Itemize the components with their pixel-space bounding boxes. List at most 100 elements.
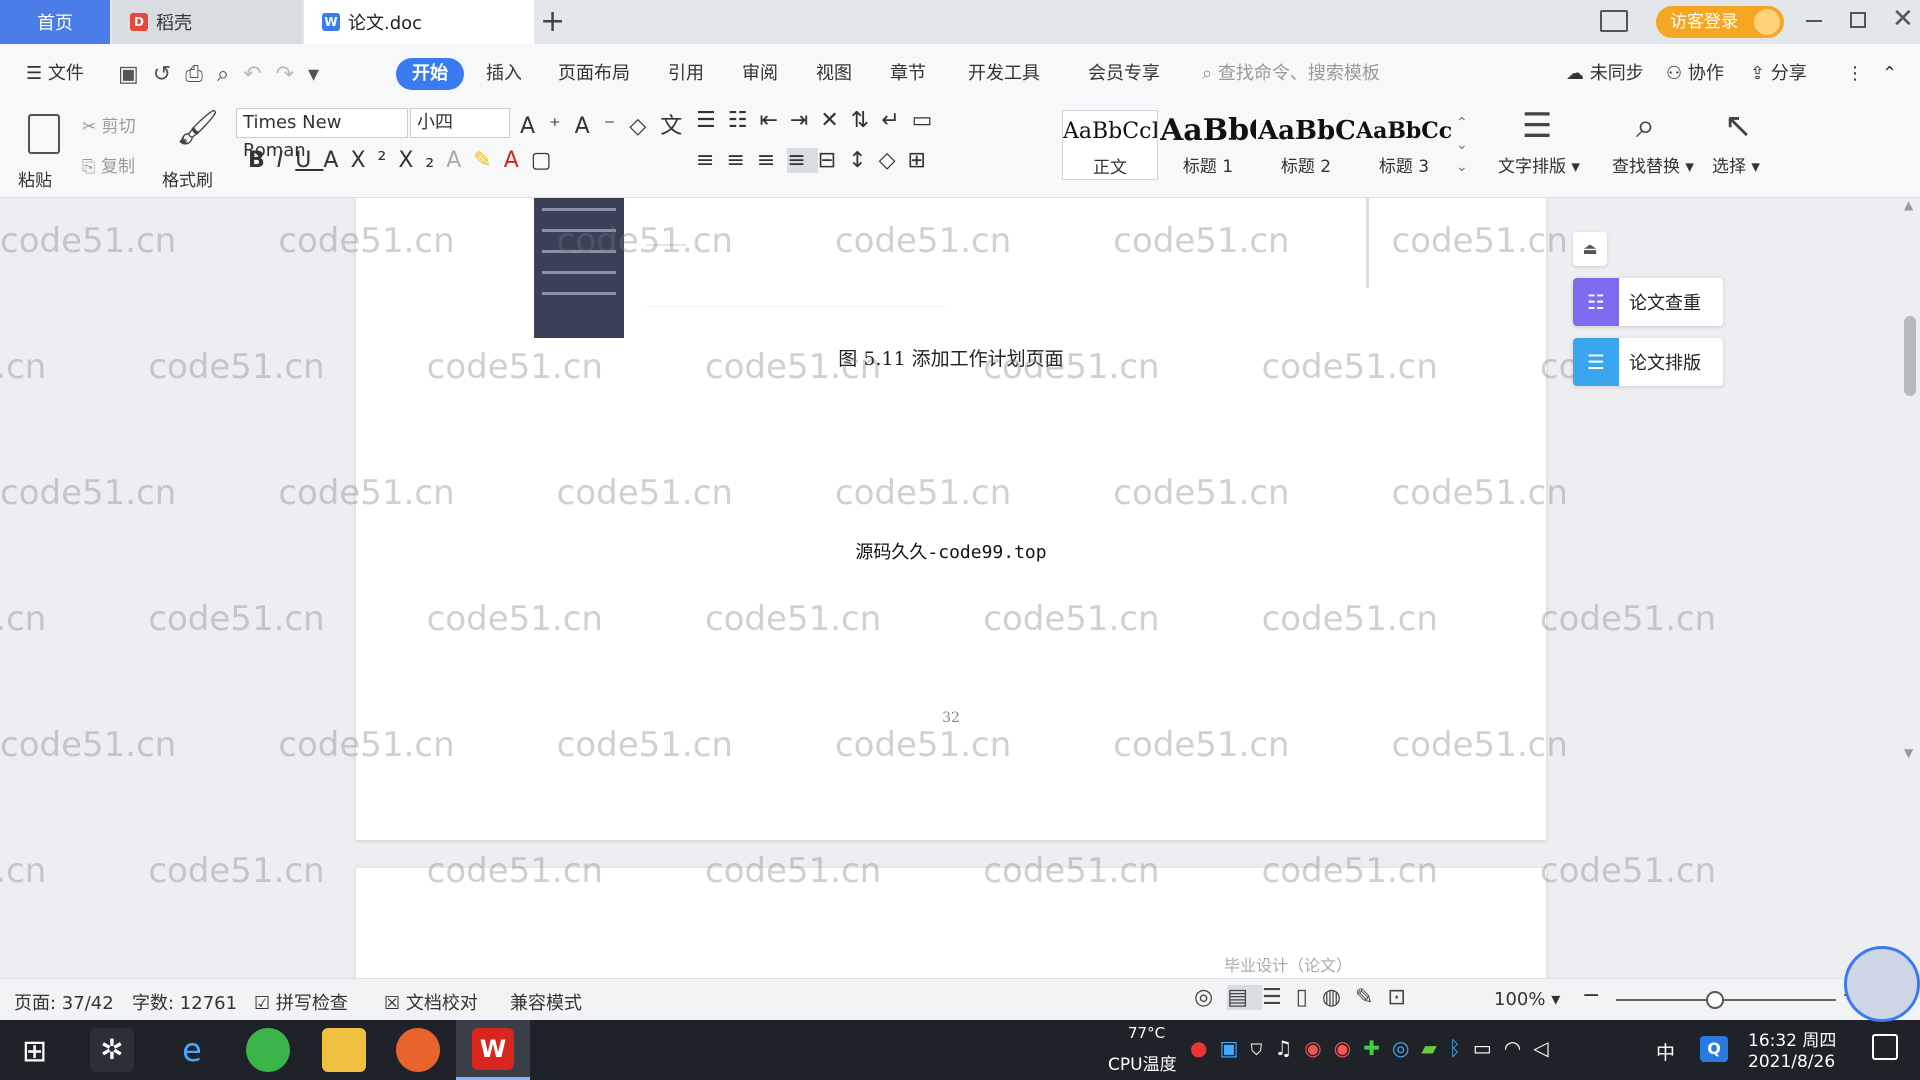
fit-page-icon[interactable]: ⊡ [1387, 985, 1419, 1010]
more-icon[interactable]: ▾ [308, 62, 333, 87]
clear-format-icon[interactable]: ◇ [629, 114, 660, 139]
zoom-slider[interactable] [1616, 999, 1836, 1001]
cursor-icon[interactable]: ↖ [1724, 106, 1753, 146]
doc-proof-button[interactable]: ☒ 文档校对 [384, 989, 478, 1015]
tab-document[interactable]: W 论文.doc [304, 0, 534, 44]
bluetooth-icon[interactable]: ᛒ [1449, 1036, 1473, 1060]
magnifier-icon[interactable]: ⌕ [1636, 106, 1655, 146]
restore-icon[interactable] [1850, 12, 1866, 28]
page-indicator[interactable]: 页面: 37/42 [14, 989, 114, 1015]
share-button[interactable]: ⇪ 分享 [1744, 58, 1813, 90]
select-button[interactable]: 选择 ▾ [1712, 152, 1760, 177]
ruler-icon[interactable]: ▭ [912, 108, 945, 133]
align-left-icon[interactable]: ≡ [696, 148, 726, 173]
text-effect-icon[interactable]: A [446, 148, 473, 173]
menu-member[interactable]: 会员专享 [1082, 58, 1166, 90]
format-painter-button[interactable]: 格式刷 [162, 166, 213, 191]
outline-view-icon[interactable]: ☰ [1262, 985, 1296, 1010]
redo-icon[interactable]: ↷ [276, 62, 308, 87]
bold-icon[interactable]: B [248, 148, 277, 173]
spell-check-button[interactable]: ☑ 拼写检查 [254, 989, 348, 1015]
text-layout-icon[interactable]: ☰ [1522, 106, 1552, 146]
zoom-select[interactable]: 100% ▾ [1494, 989, 1560, 1010]
show-marks-icon[interactable]: ↵ [881, 108, 911, 133]
tray-red-icon[interactable]: ● [1190, 1036, 1219, 1060]
tray-network-app-icon[interactable]: ◎ [1392, 1036, 1421, 1060]
font-size-select[interactable]: 小四 [410, 108, 510, 138]
brush-icon[interactable]: 🖌 [176, 108, 219, 148]
line-spacing-icon[interactable]: ↕ [848, 148, 878, 173]
style-heading-1[interactable]: AaBbC 标题 1 [1160, 110, 1256, 180]
numbered-list-icon[interactable]: ☷ [728, 108, 760, 133]
tray-game-icon[interactable]: ◉ [1304, 1036, 1333, 1060]
shading-icon[interactable]: ◇ [879, 148, 908, 173]
menu-view[interactable]: 视图 [810, 58, 858, 90]
strikethrough-icon[interactable]: A [323, 148, 350, 173]
style-heading-3[interactable]: AaBbCcD 标题 3 [1356, 110, 1452, 180]
notification-center-icon[interactable] [1872, 1034, 1898, 1060]
pinwheel-app-icon[interactable]: ✲ [90, 1028, 134, 1072]
undo-icon[interactable]: ↶ [243, 62, 275, 87]
battery-icon[interactable]: ▭ [1473, 1036, 1504, 1060]
justify-icon[interactable]: ≡ [787, 148, 818, 173]
italic-icon[interactable]: I [277, 148, 296, 173]
menu-review[interactable]: 审阅 [736, 58, 784, 90]
paper-layout-button[interactable]: ☰ 论文排版 [1573, 338, 1723, 386]
collapse-ribbon-icon[interactable]: ⌃ [1876, 58, 1903, 90]
nvidia-icon[interactable]: ▰ [1421, 1036, 1448, 1060]
grow-font-icon[interactable]: A⁺ [520, 114, 575, 139]
tray-qq-icon[interactable]: ◉ [1334, 1036, 1363, 1060]
write-view-icon[interactable]: ✎ [1355, 985, 1387, 1010]
more-options-icon[interactable]: ⋮ [1840, 58, 1870, 90]
superscript-icon[interactable]: X² [350, 148, 398, 173]
menu-developer[interactable]: 开发工具 [962, 58, 1046, 90]
bullet-list-icon[interactable]: ☰ [696, 108, 728, 133]
page-view-icon[interactable]: ▤ [1227, 985, 1262, 1010]
file-menu[interactable]: ☰ 文件 [20, 58, 90, 90]
document-page[interactable]: 图 5.11 添加工作计划页面 源码久久-code99.top 32 [356, 198, 1546, 840]
cut-button[interactable]: ✂ 剪切 [82, 112, 136, 137]
sync-status[interactable]: ☁ 未同步 [1560, 58, 1650, 90]
shrink-font-icon[interactable]: A⁻ [575, 114, 630, 139]
font-color-icon[interactable]: A [504, 148, 531, 173]
scroll-thumb[interactable] [1904, 316, 1916, 396]
ie-browser-icon[interactable]: e [170, 1028, 214, 1072]
find-replace-button[interactable]: 查找替换 ▾ [1612, 152, 1694, 177]
web-view-icon[interactable]: ◍ [1322, 985, 1355, 1010]
sort-icon[interactable]: ⇅ [851, 108, 881, 133]
tab-docer[interactable]: D 稻壳 [112, 0, 302, 44]
align-right-icon[interactable]: ≡ [757, 148, 787, 173]
char-border-icon[interactable]: ▢ [531, 148, 564, 173]
word-count[interactable]: 字数: 12761 [132, 989, 237, 1015]
copy-button[interactable]: ⎘ 复制 [82, 152, 135, 177]
borders-icon[interactable]: ⊞ [908, 148, 938, 173]
pinyin-icon[interactable]: 文 [660, 114, 696, 139]
paste-button[interactable]: 粘贴 [18, 166, 52, 191]
align-center-icon[interactable]: ≡ [726, 148, 756, 173]
minimize-icon[interactable] [1806, 20, 1822, 22]
layout-toggle-icon[interactable] [1600, 10, 1628, 32]
side-panel-collapse-icon[interactable]: ⏏ [1573, 232, 1607, 266]
document-canvas[interactable]: 图 5.11 添加工作计划页面 源码久久-code99.top 32 毕业设计（… [0, 198, 1900, 978]
tray-green-icon[interactable]: ✚ [1363, 1036, 1392, 1060]
bell-icon[interactable]: ♫ [1274, 1036, 1304, 1060]
scroll-down-icon[interactable]: ▼ [1904, 746, 1916, 766]
collab-button[interactable]: ⚇ 协作 [1660, 58, 1730, 90]
scroll-up-icon[interactable]: ▲ [1904, 198, 1916, 218]
paste-icon[interactable] [22, 108, 66, 160]
eye-protect-icon[interactable]: ◎ [1194, 985, 1227, 1010]
font-name-select[interactable]: Times New Roman [236, 108, 408, 161]
style-heading-2[interactable]: AaBbC 标题 2 [1258, 110, 1354, 180]
visitor-login-button[interactable]: 访客登录 [1656, 6, 1784, 38]
reading-view-icon[interactable]: ▯ [1296, 985, 1322, 1010]
print-icon[interactable]: ⎙ [185, 62, 217, 87]
file-explorer-icon[interactable] [322, 1028, 366, 1072]
paper-check-button[interactable]: ☷ 论文查重 [1573, 278, 1723, 326]
menu-chapter[interactable]: 章节 [884, 58, 932, 90]
assistant-bubble-icon[interactable] [1844, 946, 1920, 1022]
subscript-icon[interactable]: X₂ [398, 148, 446, 173]
close-icon[interactable]: ✕ [1892, 4, 1914, 34]
distribute-icon[interactable]: ⊟ [818, 148, 848, 173]
new-tab-button[interactable]: + [540, 4, 565, 39]
wps-taskbar-button[interactable]: W [456, 1020, 530, 1080]
